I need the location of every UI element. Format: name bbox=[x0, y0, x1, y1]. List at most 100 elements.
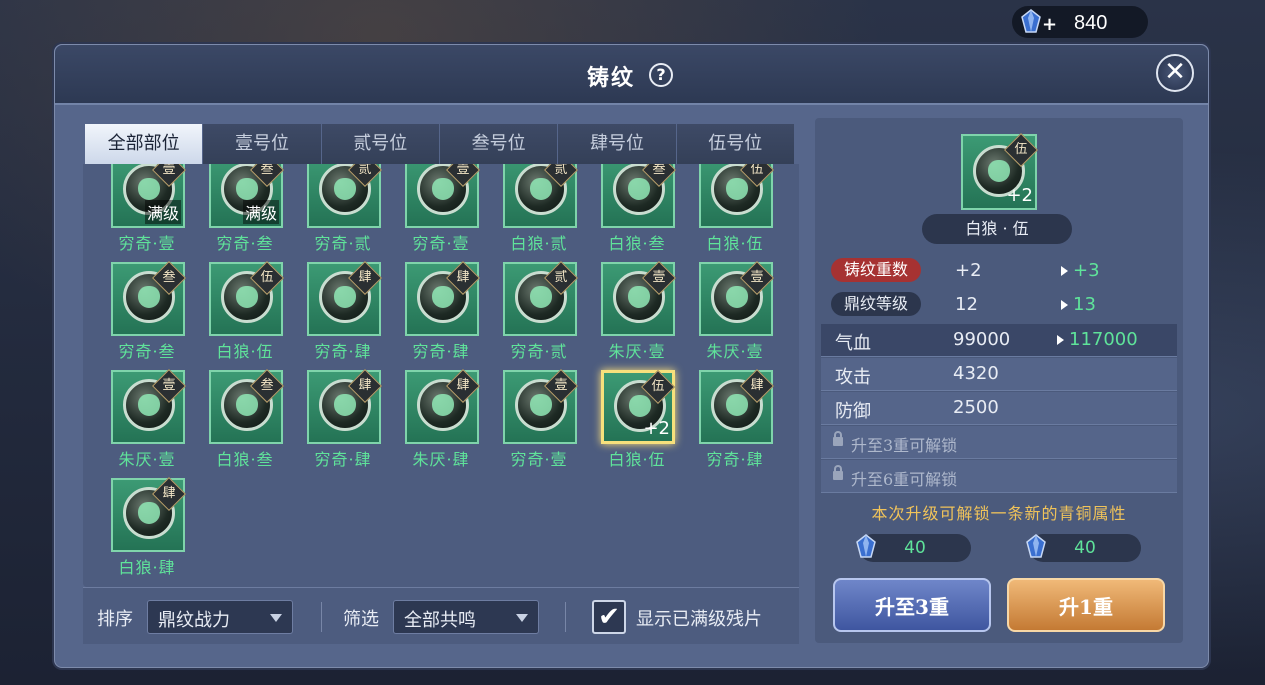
item-grid[interactable]: 壹 满级 穷奇·壹 叁 满级 穷奇·叁 贰 穷奇·贰 壹 穷奇·壹 贰 白狼·贰 bbox=[83, 164, 799, 587]
stat-label: 鼎纹等级 bbox=[831, 292, 921, 316]
stat-row-level: 鼎纹等级 12 13 bbox=[823, 288, 1175, 320]
item-icon[interactable]: 壹 满级 bbox=[111, 164, 186, 228]
item-name: 穷奇·壹 bbox=[412, 234, 470, 253]
item-cell[interactable]: 肆 白狼·肆 bbox=[91, 477, 189, 578]
item-cell[interactable]: 壹 朱厌·壹 bbox=[91, 369, 189, 470]
item-icon[interactable]: 贰 bbox=[503, 261, 578, 336]
item-name: 白狼·贰 bbox=[510, 234, 568, 253]
stat-label: 铸纹重数 bbox=[831, 258, 921, 282]
sort-label: 排序 bbox=[97, 609, 133, 630]
item-cell[interactable]: 贰 穷奇·贰 bbox=[483, 261, 581, 362]
item-icon[interactable]: 肆 bbox=[405, 261, 480, 336]
item-icon[interactable]: 伍 bbox=[699, 164, 774, 228]
filter-value: 全部共鸣 bbox=[404, 610, 476, 631]
item-icon[interactable]: 伍 +2 bbox=[601, 370, 675, 444]
item-icon[interactable]: 壹 bbox=[405, 164, 480, 228]
item-cell[interactable]: 肆 穷奇·肆 bbox=[287, 369, 385, 470]
tab-all[interactable]: 全部部位 bbox=[85, 124, 204, 164]
currency-value: 840 bbox=[1074, 12, 1108, 34]
item-icon[interactable]: 叁 满级 bbox=[209, 164, 284, 228]
item-icon[interactable]: 壹 bbox=[503, 369, 578, 444]
item-name: 穷奇·壹 bbox=[510, 450, 568, 469]
item-cell[interactable]: 壹 满级 穷奇·壹 bbox=[91, 164, 189, 254]
attr-value: 99000 bbox=[953, 329, 1011, 350]
attr-label: 气血 bbox=[835, 333, 871, 354]
item-cell[interactable]: 叁 白狼·叁 bbox=[581, 164, 679, 254]
tab-slot-4[interactable]: 肆号位 bbox=[558, 124, 677, 164]
arrow-right-icon bbox=[1057, 335, 1064, 345]
selected-item-name: 白狼 · 伍 bbox=[922, 214, 1072, 244]
item-icon[interactable]: 贰 bbox=[307, 164, 382, 228]
locked-attr-row: 升至6重可解锁 bbox=[821, 460, 1177, 493]
item-cell[interactable]: 贰 白狼·贰 bbox=[483, 164, 581, 254]
item-cell[interactable]: 伍 +2 白狼·伍 bbox=[581, 370, 679, 470]
chevron-down-icon bbox=[516, 614, 528, 622]
unlock-notice: 本次升级可解锁一条新的青铜属性 bbox=[871, 504, 1127, 523]
show-max-label[interactable]: 显示已满级残片 bbox=[636, 605, 762, 631]
item-name: 朱厌·壹 bbox=[608, 342, 666, 361]
gem-icon bbox=[1021, 9, 1041, 33]
tab-slot-1[interactable]: 壹号位 bbox=[203, 124, 322, 164]
help-icon[interactable]: ? bbox=[649, 63, 673, 87]
item-icon[interactable]: 叁 bbox=[111, 261, 186, 336]
currency-display[interactable]: + 840 bbox=[1012, 6, 1148, 38]
divider bbox=[565, 602, 566, 632]
upgrade-to-3-button[interactable]: 升至3重 bbox=[833, 578, 991, 632]
item-name: 穷奇·肆 bbox=[412, 342, 470, 361]
item-icon[interactable]: 肆 bbox=[699, 369, 774, 444]
item-name: 穷奇·壹 bbox=[118, 234, 176, 253]
max-level-badge: 满级 bbox=[242, 200, 279, 224]
filter-dropdown[interactable]: 全部共鸣 bbox=[393, 600, 539, 634]
show-max-checkbox[interactable]: ✔ bbox=[592, 600, 626, 634]
item-icon[interactable]: 肆 bbox=[307, 261, 382, 336]
item-cell[interactable]: 壹 朱厌·壹 bbox=[581, 261, 679, 362]
item-cell[interactable]: 叁 白狼·叁 bbox=[189, 369, 287, 470]
add-currency-icon[interactable]: + bbox=[1042, 16, 1057, 34]
close-button[interactable]: ✕ bbox=[1156, 54, 1194, 92]
attr-label: 攻击 bbox=[835, 367, 871, 388]
item-cell[interactable]: 肆 朱厌·肆 bbox=[385, 369, 483, 470]
item-cell[interactable]: 肆 穷奇·肆 bbox=[287, 261, 385, 362]
item-name: 穷奇·贰 bbox=[314, 234, 372, 253]
item-cell[interactable]: 壹 穷奇·壹 bbox=[483, 369, 581, 470]
attr-label: 防御 bbox=[835, 401, 871, 422]
item-cell[interactable]: 肆 穷奇·肆 bbox=[385, 261, 483, 362]
selected-item-icon: 伍 +2 bbox=[961, 133, 1038, 210]
item-icon[interactable]: 壹 bbox=[699, 261, 774, 336]
attr-row-attack: 攻击 4320 bbox=[821, 358, 1177, 391]
item-cell[interactable]: 伍 白狼·伍 bbox=[679, 164, 777, 254]
item-icon[interactable]: 肆 bbox=[405, 369, 480, 444]
refine-level: +2 bbox=[1006, 185, 1033, 206]
item-icon[interactable]: 叁 bbox=[209, 369, 284, 444]
upgrade-one-button[interactable]: 升1重 bbox=[1007, 578, 1165, 632]
stat-next: +3 bbox=[1073, 260, 1100, 281]
item-cell[interactable]: 壹 朱厌·壹 bbox=[679, 261, 777, 362]
item-icon[interactable]: 叁 bbox=[601, 164, 676, 228]
item-icon[interactable]: 伍 bbox=[209, 261, 284, 336]
lock-icon bbox=[833, 431, 843, 446]
item-cell[interactable]: 贰 穷奇·贰 bbox=[287, 164, 385, 254]
cost-value: 40 bbox=[904, 538, 926, 558]
stat-value: 12 bbox=[955, 294, 978, 315]
tab-slot-5[interactable]: 伍号位 bbox=[676, 124, 795, 164]
item-cell[interactable]: 叁 满级 穷奇·叁 bbox=[189, 164, 287, 254]
item-icon[interactable]: 贰 bbox=[503, 164, 578, 228]
tab-slot-3[interactable]: 叁号位 bbox=[439, 124, 559, 164]
filter-bar: 排序 鼎纹战力 筛选 全部共鸣 ✔ 显示已满级残片 bbox=[83, 587, 799, 644]
arrow-right-icon bbox=[1061, 300, 1068, 310]
item-cell[interactable]: 壹 穷奇·壹 bbox=[385, 164, 483, 254]
item-icon[interactable]: 壹 bbox=[111, 369, 186, 444]
item-name: 朱厌·壹 bbox=[706, 342, 764, 361]
attr-row-defense: 防御 2500 bbox=[821, 392, 1177, 425]
item-icon[interactable]: 肆 bbox=[307, 369, 382, 444]
item-icon[interactable]: 肆 bbox=[111, 477, 186, 552]
sort-dropdown[interactable]: 鼎纹战力 bbox=[147, 600, 293, 634]
item-name: 朱厌·壹 bbox=[118, 450, 176, 469]
item-cell[interactable]: 叁 穷奇·叁 bbox=[91, 261, 189, 362]
item-icon[interactable]: 壹 bbox=[601, 261, 676, 336]
item-name: 白狼·叁 bbox=[216, 450, 274, 469]
item-cell[interactable]: 伍 白狼·伍 bbox=[189, 261, 287, 362]
item-cell[interactable]: 肆 穷奇·肆 bbox=[679, 369, 777, 470]
refine-level: +2 bbox=[643, 418, 670, 439]
tab-slot-2[interactable]: 贰号位 bbox=[321, 124, 440, 164]
